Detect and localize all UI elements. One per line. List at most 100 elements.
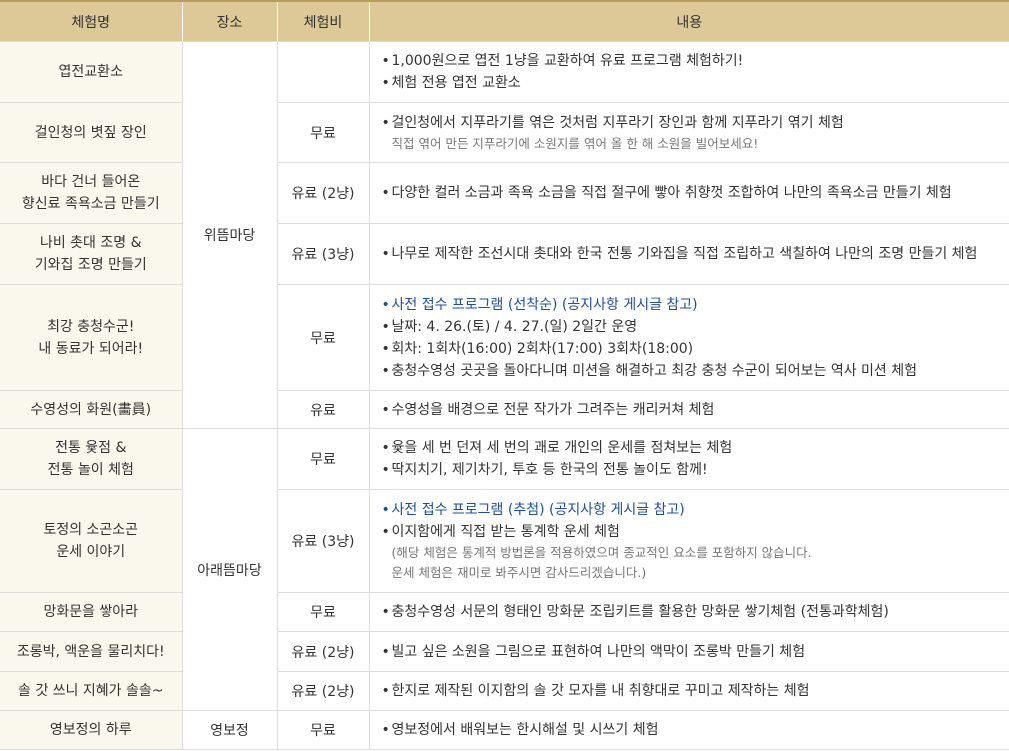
fee-cell	[276, 41, 370, 103]
description-item: 영보정에서 배워보는 한시해설 및 시쓰기 체험	[382, 719, 1009, 741]
description-cell: 영보정에서 배워보는 한시해설 및 시쓰기 체험	[368, 710, 1009, 750]
program-name-line: 기와집 조명 만들기	[34, 257, 147, 273]
program-name: 영보정의 하루	[0, 710, 183, 750]
program-name-line: 걸인청의 볏짚 장인	[34, 124, 147, 141]
fee-cell: 무료	[276, 428, 370, 490]
description-item: 회차: 1회차(16:00) 2회차(17:00) 3회차(18:00)	[382, 338, 1009, 360]
highlight-item: 사전 접수 프로그램 (선착순) (공지사항 게시글 참고)	[382, 294, 1009, 316]
header-fee: 체험비	[276, 0, 370, 42]
program-name: 나비 촛대 조명 & 기와집 조명 만들기	[0, 223, 183, 285]
description-cell: 사전 접수 프로그램 (추첨) (공지사항 게시글 참고)이지함에게 직접 받는…	[368, 489, 1009, 593]
table-row: 최강 충청수군!내 동료가 되어라!무료사전 접수 프로그램 (선착순) (공지…	[0, 284, 1009, 391]
table-row: 전통 윷점 & 전통 놀이 체험 아래뜸마당무료 윷을 세 번 던져 세 번의 괘로 …	[0, 428, 1009, 711]
description-item: 한지로 제작된 이지함의 솔 갓 모자를 내 취향대로 꾸미고 제작하는 체험	[382, 680, 1009, 702]
fee-cell: 유료 (2냥)	[276, 162, 370, 224]
description-note: (해당 체험은 통계적 방법론을 적용하였으며 종교적인 요소를 포함하지 않습…	[391, 545, 812, 560]
description-list: 다양한 컬러 소금과 족욕 소금을 직접 절구에 빻아 취향껏 조합하여 나만의…	[382, 182, 1009, 204]
table-row: 엽전교환소 위뜸마당 1,000원으로 엽전 1냥을 교환하여 유료 프로그램 체험…	[0, 41, 1009, 429]
description-cell: 윷을 세 번 던져 세 번의 괘로 개인의 운세를 점쳐보는 체험딱지치기, 제…	[368, 428, 1009, 490]
description-cell: 1,000원으로 엽전 1냥을 교환하여 유료 프로그램 체험하기!체험 전용 …	[368, 41, 1009, 103]
description-cell: 걸인청에서 지푸라기를 엮은 것처럼 지푸라기 장인과 함께 지푸라기 엮기 체…	[368, 102, 1009, 163]
program-name: 바다 건너 들어온 향신료 족욕소금 만들기	[0, 162, 183, 224]
description-list: 영보정에서 배워보는 한시해설 및 시쓰기 체험	[382, 719, 1009, 741]
header-place: 장소	[181, 0, 278, 42]
program-name-line: 수영성의 화원(畵員)	[30, 401, 152, 418]
highlight-item: 사전 접수 프로그램 (추첨) (공지사항 게시글 참고)	[382, 499, 1009, 521]
program-name-line: 영보정의 하루	[49, 722, 132, 738]
description-note: 직접 엮어 만든 지푸라기에 소원지를 엮어 올 한 해 소원을 빌어보세요!	[391, 135, 759, 151]
fee-cell: 무료	[276, 102, 370, 163]
description-item: 나무로 제작한 조선시대 촛대와 한국 전통 기와집을 직접 조립하고 색칠하여…	[382, 243, 1009, 265]
program-name-line: 엽전교환소	[58, 64, 123, 80]
place-cell: 영보정	[181, 710, 278, 750]
program-name-line: 운세 이야기	[56, 544, 126, 560]
description-item: 체험 전용 엽전 교환소	[382, 72, 1009, 94]
description-item: 충청수영성 곳곳을 돌아다니며 미션을 해결하고 최강 충청 수군이 되어보는 …	[382, 360, 1009, 382]
description-item: 빌고 싶은 소원을 그림으로 표현하여 나만의 액막이 조롱박 만들기 체험	[382, 641, 1009, 663]
program-name-line: 향신료 족욕소금 만들기	[21, 196, 160, 212]
table-row: 망화문을 쌓아라 무료 충청수영성 서문의 형태인 망화문 조립키트를 활용한 망화…	[0, 592, 1009, 632]
description-list: 윷을 세 번 던져 세 번의 괘로 개인의 운세를 점쳐보는 체험딱지치기, 제…	[382, 437, 1009, 481]
description-item: 다양한 컬러 소금과 족욕 소금을 직접 절구에 빻아 취향껏 조합하여 나만의…	[382, 182, 1009, 204]
program-name: 망화문을 쌓아라	[0, 592, 183, 632]
description-cell: 다양한 컬러 소금과 족욕 소금을 직접 절구에 빻아 취향껏 조합하여 나만의…	[368, 162, 1009, 224]
table-row: 영보정의 하루 영보정무료 영보정에서 배워보는 한시해설 및 시쓰기 체험	[0, 710, 1009, 750]
description-item: 이지함에게 직접 받는 통계학 운세 체험	[382, 521, 1009, 543]
description-cell: 수영성을 배경으로 전문 작가가 그려주는 캐리커쳐 체험	[368, 390, 1009, 429]
table-row: 걸인청의 볏짚 장인 무료 걸인청에서 지푸라기를 엮은 것처럼 지푸라기 장인과 …	[0, 102, 1009, 163]
place-cell: 아래뜸마당	[181, 428, 278, 711]
fee-cell: 유료	[276, 390, 370, 429]
description-item: 딱지치기, 제기차기, 투호 등 한국의 전통 놀이도 함께!	[382, 459, 1009, 481]
table-row: 조롱박, 액운을 물리치다! 유료 (2냥) 빌고 싶은 소원을 그림으로 표현하여…	[0, 631, 1009, 672]
program-name: 전통 윷점 & 전통 놀이 체험	[0, 428, 183, 490]
description-item: 걸인청에서 지푸라기를 엮은 것처럼 지푸라기 장인과 함께 지푸라기 엮기 체…	[382, 112, 1009, 134]
program-name: 걸인청의 볏짚 장인	[0, 102, 183, 163]
fee-cell: 유료 (3냥)	[276, 223, 370, 285]
program-name-line: 망화문을 쌓아라	[43, 604, 139, 620]
table-row: 토정의 소곤소곤운세 이야기 유료 (3냥) 사전 접수 프로그램 (추첨) (공지…	[0, 489, 1009, 593]
program-name: 최강 충청수군! 내 동료가 되어라!	[0, 284, 183, 391]
description-list: 사전 접수 프로그램 (추첨) (공지사항 게시글 참고)이지함에게 직접 받는…	[382, 499, 1009, 543]
description-item: 날짜: 4. 26.(토) / 4. 27.(일) 2일간 운영	[382, 316, 1009, 338]
program-name: 엽전교환소	[0, 41, 183, 103]
description-cell: 빌고 싶은 소원을 그림으로 표현하여 나만의 액막이 조롱박 만들기 체험	[368, 631, 1009, 672]
program-name-line: 조롱박, 액운을 물리치다!	[16, 643, 165, 660]
program-name-line: 내 동료가 되어라!	[38, 340, 144, 357]
description-list: 충청수영성 서문의 형태인 망화문 조립키트를 활용한 망화문 쌓기체험 (전통…	[382, 601, 1009, 623]
fee-cell: 유료 (2냥)	[276, 671, 370, 711]
fee-cell: 무료	[276, 592, 370, 632]
fee-cell: 유료 (2냥)	[276, 631, 370, 672]
program-name-line: 전통 윷점 &	[55, 440, 127, 456]
table-row: 바다 건너 들어온향신료 족욕소금 만들기 유료 (2냥) 다양한 컬러 소금과 족…	[0, 162, 1009, 224]
description-cell: 충청수영성 서문의 형태인 망화문 조립키트를 활용한 망화문 쌓기체험 (전통…	[368, 592, 1009, 632]
program-name: 수영성의 화원(畵員)	[0, 390, 183, 429]
description-list: 한지로 제작된 이지함의 솔 갓 모자를 내 취향대로 꾸미고 제작하는 체험	[382, 680, 1009, 702]
program-name: 조롱박, 액운을 물리치다!	[0, 631, 183, 672]
program-name: 토정의 소곤소곤운세 이야기	[0, 489, 183, 593]
description-item: 1,000원으로 엽전 1냥을 교환하여 유료 프로그램 체험하기!	[382, 50, 1009, 72]
program-table: 체험명 장소 체험비 내용 엽전교환소 위뜸마당 1,000원으로 엽전 1냥을 교…	[0, 0, 1009, 750]
table-header-row: 체험명 장소 체험비 내용	[0, 0, 1009, 42]
description-list: 나무로 제작한 조선시대 촛대와 한국 전통 기와집을 직접 조립하고 색칠하여…	[382, 243, 1009, 265]
program-name-line: 최강 충청수군!	[47, 318, 135, 335]
description-item: 충청수영성 서문의 형태인 망화문 조립키트를 활용한 망화문 쌓기체험 (전통…	[382, 601, 1009, 623]
header-name: 체험명	[0, 0, 183, 42]
fee-cell: 유료 (3냥)	[276, 489, 370, 593]
program-name-line: 전통 놀이 체험	[47, 462, 134, 478]
program-name-line: 토정의 소곤소곤	[43, 522, 139, 538]
description-list: 걸인청에서 지푸라기를 엮은 것처럼 지푸라기 장인과 함께 지푸라기 엮기 체…	[382, 112, 1009, 134]
description-list: 수영성을 배경으로 전문 작가가 그려주는 캐리커쳐 체험	[382, 399, 1009, 421]
description-note: 운세 체험은 재미로 봐주시면 감사드리겠습니다.)	[391, 565, 647, 580]
description-cell: 한지로 제작된 이지함의 솔 갓 모자를 내 취향대로 꾸미고 제작하는 체험	[368, 671, 1009, 711]
table-row: 나비 촛대 조명 & 기와집 조명 만들기 유료 (3냥) 나무로 제작한 조선시대 …	[0, 223, 1009, 285]
description-list: 1,000원으로 엽전 1냥을 교환하여 유료 프로그램 체험하기!체험 전용 …	[382, 50, 1009, 94]
description-list: 빌고 싶은 소원을 그림으로 표현하여 나만의 액막이 조롱박 만들기 체험	[382, 641, 1009, 663]
fee-cell: 무료	[276, 710, 370, 750]
header-desc: 내용	[368, 0, 1009, 42]
description-cell: 나무로 제작한 조선시대 촛대와 한국 전통 기와집을 직접 조립하고 색칠하여…	[368, 223, 1009, 285]
description-cell: 사전 접수 프로그램 (선착순) (공지사항 게시글 참고)날짜: 4. 26.…	[368, 284, 1009, 391]
description-item: 윷을 세 번 던져 세 번의 괘로 개인의 운세를 점쳐보는 체험	[382, 437, 1009, 459]
description-item: 수영성을 배경으로 전문 작가가 그려주는 캐리커쳐 체험	[382, 399, 1009, 421]
program-name: 솔 갓 쓰니 지혜가 솔솔~	[0, 671, 183, 711]
table-row: 솔 갓 쓰니 지혜가 솔솔~ 유료 (2냥) 한지로 제작된 이지함의 솔 갓 모자…	[0, 671, 1009, 711]
